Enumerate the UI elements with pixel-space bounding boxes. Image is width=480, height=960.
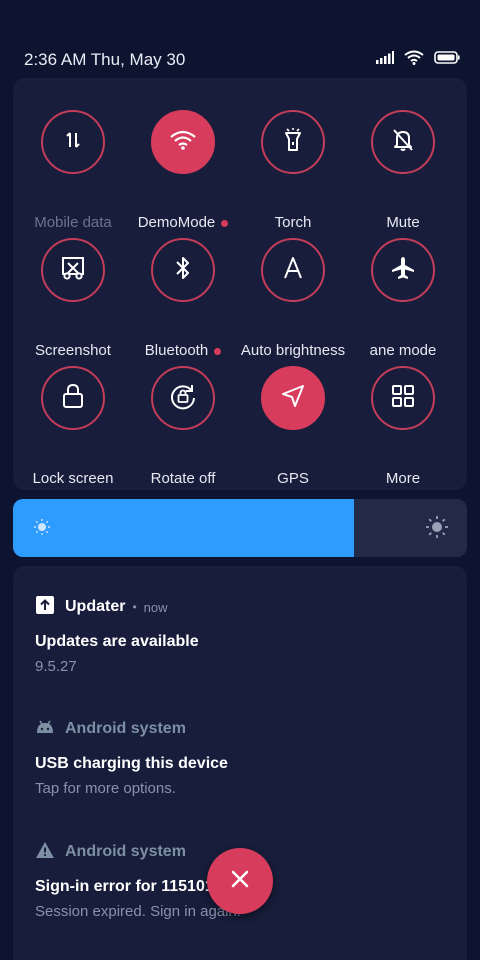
- tile-mute[interactable]: Mute: [348, 108, 458, 231]
- status-bar: 2:36 AM Thu, May 30: [0, 0, 480, 76]
- tile-torch[interactable]: Torch: [238, 108, 348, 231]
- tile-label: Bluetooth: [128, 342, 238, 359]
- torch-icon: [281, 127, 305, 158]
- mute-button[interactable]: [371, 110, 435, 174]
- status-icons: [376, 50, 460, 70]
- signal-icon: [376, 51, 394, 69]
- tile-label: More: [385, 470, 421, 487]
- tile-airplane-mode[interactable]: ane mode: [348, 236, 458, 359]
- tile-rotate-off[interactable]: Rotate off: [128, 364, 238, 487]
- tile-auto-brightness[interactable]: Auto brightness: [238, 236, 348, 359]
- notification-usb-charging[interactable]: Android system USB charging this device …: [35, 718, 455, 797]
- brightness-slider[interactable]: [13, 499, 467, 557]
- tile-label: Auto brightness: [240, 342, 346, 359]
- tile-label: GPS: [277, 470, 309, 487]
- rotate-lock-icon: [169, 382, 197, 415]
- wifi-icon: [169, 129, 197, 156]
- more-button[interactable]: [371, 366, 435, 430]
- letter-a-icon: [281, 256, 305, 285]
- grid-icon: [391, 384, 415, 413]
- brightness-high-icon: [425, 515, 449, 544]
- auto-brightness-button[interactable]: [261, 238, 325, 302]
- quick-settings-panel: Mobile data DemoMode Torch Mute Screensh…: [13, 78, 467, 490]
- warning-icon: [35, 841, 55, 864]
- clear-all-button[interactable]: [207, 848, 273, 914]
- notification-text: 9.5.27: [35, 658, 77, 675]
- tile-label-text: DemoMode: [137, 214, 216, 231]
- tile-mobile-data[interactable]: Mobile data: [18, 108, 128, 231]
- tile-lock-screen[interactable]: Lock screen: [18, 364, 128, 487]
- location-arrow-icon: [280, 383, 306, 414]
- tile-label-text: Bluetooth: [144, 342, 209, 359]
- update-arrow-icon: [35, 595, 55, 620]
- notification-app-name: Android system: [65, 843, 186, 860]
- status-dot: [214, 347, 222, 355]
- tile-label: Screenshot: [35, 342, 111, 359]
- bluetooth-icon: [173, 255, 193, 286]
- rotate-off-button[interactable]: [151, 366, 215, 430]
- notification-header: Updater • now: [35, 595, 455, 620]
- scissors-icon: [60, 255, 86, 286]
- tile-label: Mobile data: [34, 214, 112, 231]
- tile-label: Rotate off: [150, 470, 216, 487]
- demomode-button[interactable]: [151, 110, 215, 174]
- airplane-icon: [390, 255, 416, 286]
- notification-separator: •: [132, 600, 137, 614]
- tile-label: DemoMode: [128, 214, 238, 231]
- android-icon: [35, 718, 55, 741]
- status-dot: [221, 219, 229, 227]
- tile-demomode[interactable]: DemoMode: [128, 108, 238, 231]
- bluetooth-button[interactable]: [151, 238, 215, 302]
- tile-label: Mute: [386, 214, 420, 231]
- gps-button[interactable]: [261, 366, 325, 430]
- notification-text: Tap for more options.: [35, 780, 176, 797]
- battery-icon: [434, 51, 460, 69]
- wifi-icon: [404, 50, 424, 70]
- torch-button[interactable]: [261, 110, 325, 174]
- data-arrows-icon: [61, 128, 85, 157]
- brightness-fill: [13, 499, 354, 557]
- close-icon: [230, 869, 250, 894]
- lock-icon: [61, 383, 85, 414]
- lock-screen-button[interactable]: [41, 366, 105, 430]
- tile-bluetooth[interactable]: Bluetooth: [128, 236, 238, 359]
- tile-label: Torch: [274, 214, 312, 231]
- notification-title: USB charging this device: [35, 755, 228, 772]
- status-time: 2:36 AM Thu, May 30: [24, 50, 186, 69]
- tile-more[interactable]: More: [348, 364, 458, 487]
- notification-title: Updates are available: [35, 633, 199, 650]
- bell-off-icon: [390, 127, 416, 158]
- mobile-data-button[interactable]: [41, 110, 105, 174]
- notification-header: Android system: [35, 718, 455, 740]
- screenshot-button[interactable]: [41, 238, 105, 302]
- brightness-low-icon: [33, 518, 51, 541]
- notification-app-name: Android system: [65, 720, 186, 737]
- notification-app-name: Updater: [65, 598, 126, 615]
- airplane-mode-button[interactable]: [371, 238, 435, 302]
- tile-screenshot[interactable]: Screenshot: [18, 236, 128, 359]
- notification-time: now: [143, 599, 168, 615]
- notification-updater[interactable]: Updater • now Updates are available 9.5.…: [35, 595, 455, 675]
- tile-gps[interactable]: GPS: [238, 364, 348, 487]
- tile-label: ane mode: [369, 342, 437, 359]
- tile-label: Lock screen: [32, 470, 114, 487]
